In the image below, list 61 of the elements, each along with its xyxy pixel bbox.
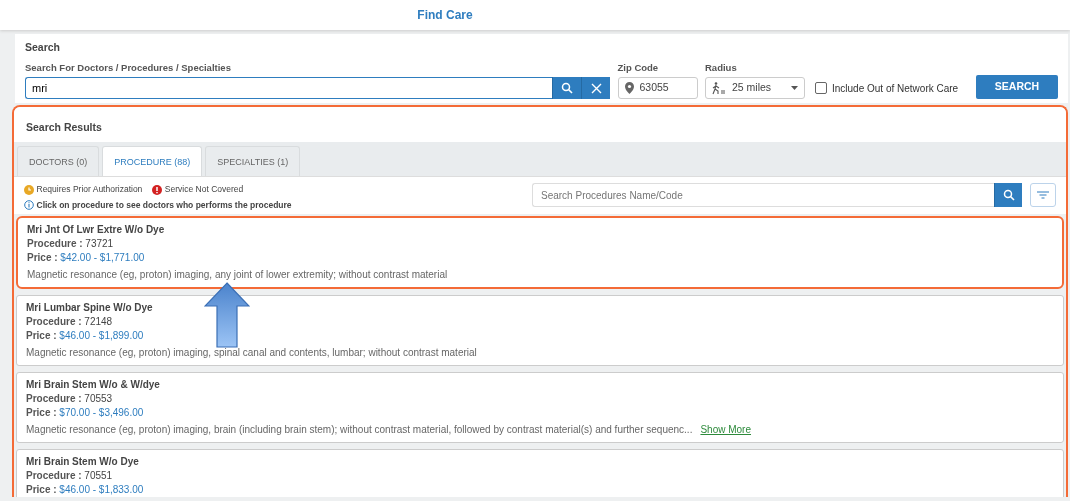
procedure-search-field[interactable]: Search Procedures Name/Code [532,183,994,208]
price-range: $46.00 - $1,899.00 [59,330,144,342]
procedure-code: 73721 [85,238,114,250]
page-title: Find Care [417,7,473,24]
legend-label: Requires Prior Authorization [36,183,143,196]
close-icon [590,82,602,94]
search-button[interactable] [994,183,1022,208]
price-label: Price : [26,407,57,419]
filter-icon [1037,191,1049,200]
procedure-label: Procedure : [26,393,82,405]
procedure-label: Procedure : [27,238,83,250]
tab[interactable]: DOCTORS (0) [17,145,100,177]
procedure-code: 72148 [84,316,113,328]
search-button[interactable]: SEARCH [976,75,1058,99]
section-title: Search [25,40,62,55]
section-title: Search Results [26,120,103,135]
procedure-description: Magnetic resonance (eg, proton) imaging, spinal canal and contents, lumbar; without contrast material [26,347,477,359]
price-range: $46.00 - $1,833.00 [59,484,144,496]
price-label: Price : [27,252,58,264]
procedure-card[interactable] [16,372,1064,444]
hint-text: Click on procedure to see doctors who performs the procedure [36,198,292,212]
clear-button[interactable] [581,77,610,99]
map-pin-icon [624,82,634,94]
checkbox[interactable] [815,82,827,94]
procedure-label: Procedure : [26,470,82,482]
field-label: Search For Doctors / Procedures / Specialties [25,60,232,75]
alert-icon [152,184,163,195]
price-label: Price : [26,484,57,496]
procedure-description: Magnetic resonance (eg, proton) imaging, brain (including brain stem); without contrast material, followed by contrast material(s) and further sequenc... [26,424,693,436]
procedure-card[interactable]: Mri Jnt Of Lwr Extre W/o Dye Procedure : 73721 Price : $42.00 - $1,771.00 Magnetic resonance (eg, proton) imaging, any joint of lower extremity; without contrast material [16,216,1064,290]
procedure-code: 70551 [84,470,113,482]
procedure-name: Mri Brain Stem W/o Dye [26,455,140,470]
checkbox-label: Include Out of Network Care [832,81,959,96]
procedure-description: Magnetic resonance (eg, proton) imaging, any joint of lower extremity; without contrast material [27,269,448,281]
tab[interactable]: SPECIALTIES (1) [205,145,301,177]
field-label: Radius [705,60,738,75]
search-icon [561,82,573,94]
search-field[interactable]: mri [25,77,552,99]
tab[interactable]: PROCEDURE (88) [102,145,203,177]
arrow-annotation [204,282,250,348]
field-label: Zip Code [617,60,660,75]
search-icon [1002,189,1015,202]
clock-icon [24,184,34,195]
zip-field[interactable]: 63055 [617,77,698,99]
show-more-link[interactable]: Show More [700,424,751,436]
price-range: $42.00 - $1,771.00 [60,252,145,264]
procedure-name: Mri Jnt Of Lwr Extre W/o Dye [27,223,166,238]
walking-person-icon [712,81,726,95]
procedure-name: Mri Brain Stem W/o & W/dye [26,378,161,393]
procedure-card[interactable]: Mri Brain Stem W/o Dye Procedure : 70551 Price : $46.00 - $1,833.00 [16,449,1064,497]
price-label: Price : [26,330,57,342]
procedure-label: Procedure : [26,316,82,328]
procedure-card[interactable]: Mri Lumbar Spine W/o Dye Procedure : 72148 Price : $46.00 - $1,899.00 Magnetic resonance (eg, proton) imaging, spinal canal and contents, lumbar; without contrast material [16,295,1064,367]
search-button[interactable] [552,77,581,99]
legend-label: Service Not Covered [164,183,244,196]
procedure-code: 70553 [84,393,113,405]
radius-dropdown[interactable]: 25 miles [705,77,805,99]
price-range: $70.00 - $3,496.00 [59,407,144,419]
info-icon [24,199,34,210]
procedure-name: Mri Lumbar Spine W/o Dye [26,301,154,316]
caret-icon [791,86,798,90]
